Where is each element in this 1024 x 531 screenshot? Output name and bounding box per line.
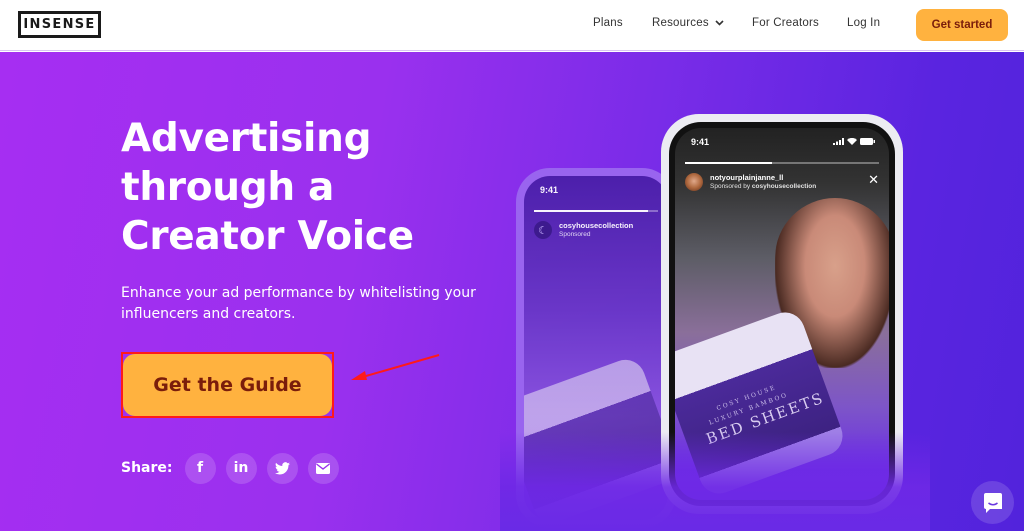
hero-headline: Advertising through a Creator Voice	[121, 114, 521, 261]
chat-icon	[983, 492, 1002, 513]
phone-front-statusbar: 9:41	[691, 137, 875, 151]
twitter-icon	[274, 461, 290, 474]
phone-front-time: 9:41	[691, 137, 710, 147]
headline-line: through a	[121, 165, 335, 210]
share-linkedin-button[interactable]: in	[225, 452, 257, 484]
get-the-guide-button[interactable]: Get the Guide	[123, 354, 332, 416]
insense-logo[interactable]: INSENSE	[18, 11, 101, 38]
annotation-arrow-icon	[351, 354, 440, 380]
share-bar: Share: f in	[121, 452, 349, 484]
get-started-button[interactable]: Get started	[916, 9, 1008, 41]
email-icon	[316, 462, 330, 474]
phone-front-story-header: notyourplainjanne_ll Sponsored by cosyho…	[685, 170, 879, 194]
headline-line: Creator Voice	[121, 214, 414, 259]
phone-back-statusbar: 9:41	[540, 185, 654, 199]
headline-line: Advertising	[121, 116, 372, 161]
signal-icon	[833, 138, 844, 145]
share-label: Share:	[121, 460, 173, 476]
nav-link-log-in[interactable]: Log In	[847, 17, 880, 29]
moon-logo-avatar: ☾	[534, 221, 552, 239]
top-navigation: INSENSE Plans Resources For Creators Log…	[0, 0, 1024, 51]
share-facebook-button[interactable]: f	[184, 452, 216, 484]
phones-bottom-fade	[500, 432, 930, 531]
sponsored-by-prefix: Sponsored by	[710, 183, 752, 190]
nav-link-resources-label: Resources	[652, 17, 709, 30]
chat-widget-button[interactable]	[971, 481, 1014, 524]
phone-front-username: notyourplainjanne_ll	[710, 173, 784, 182]
facebook-icon: f	[196, 460, 204, 476]
close-icon[interactable]: ✕	[868, 174, 879, 187]
share-email-button[interactable]	[307, 452, 339, 484]
nav-link-for-creators[interactable]: For Creators	[752, 17, 819, 29]
phone-front-sponsored-by: Sponsored by cosyhousecollection	[710, 182, 816, 191]
phone-back-username: cosyhousecollection	[559, 221, 634, 230]
nav-link-plans[interactable]: Plans	[593, 17, 623, 29]
phone-back-story-header: ☾ cosyhousecollection Sponsored	[534, 218, 658, 242]
phone-back-sponsored: Sponsored	[559, 231, 591, 238]
phone-back-story-progress	[534, 210, 658, 212]
battery-icon	[860, 138, 875, 145]
sponsored-by-brand: cosyhousecollection	[751, 183, 817, 190]
hero-section: Advertising through a Creator Voice Enha…	[0, 52, 1024, 531]
phone-front-story-progress	[685, 162, 879, 164]
nav-link-resources[interactable]: Resources	[652, 17, 724, 29]
share-twitter-button[interactable]	[266, 452, 298, 484]
wifi-icon	[847, 138, 857, 145]
hero-subtext: Enhance your ad performance by whitelist…	[121, 285, 476, 322]
phone-back-time: 9:41	[540, 185, 559, 195]
linkedin-icon: in	[233, 460, 249, 476]
creator-avatar	[685, 173, 703, 191]
chevron-down-icon	[715, 17, 724, 29]
